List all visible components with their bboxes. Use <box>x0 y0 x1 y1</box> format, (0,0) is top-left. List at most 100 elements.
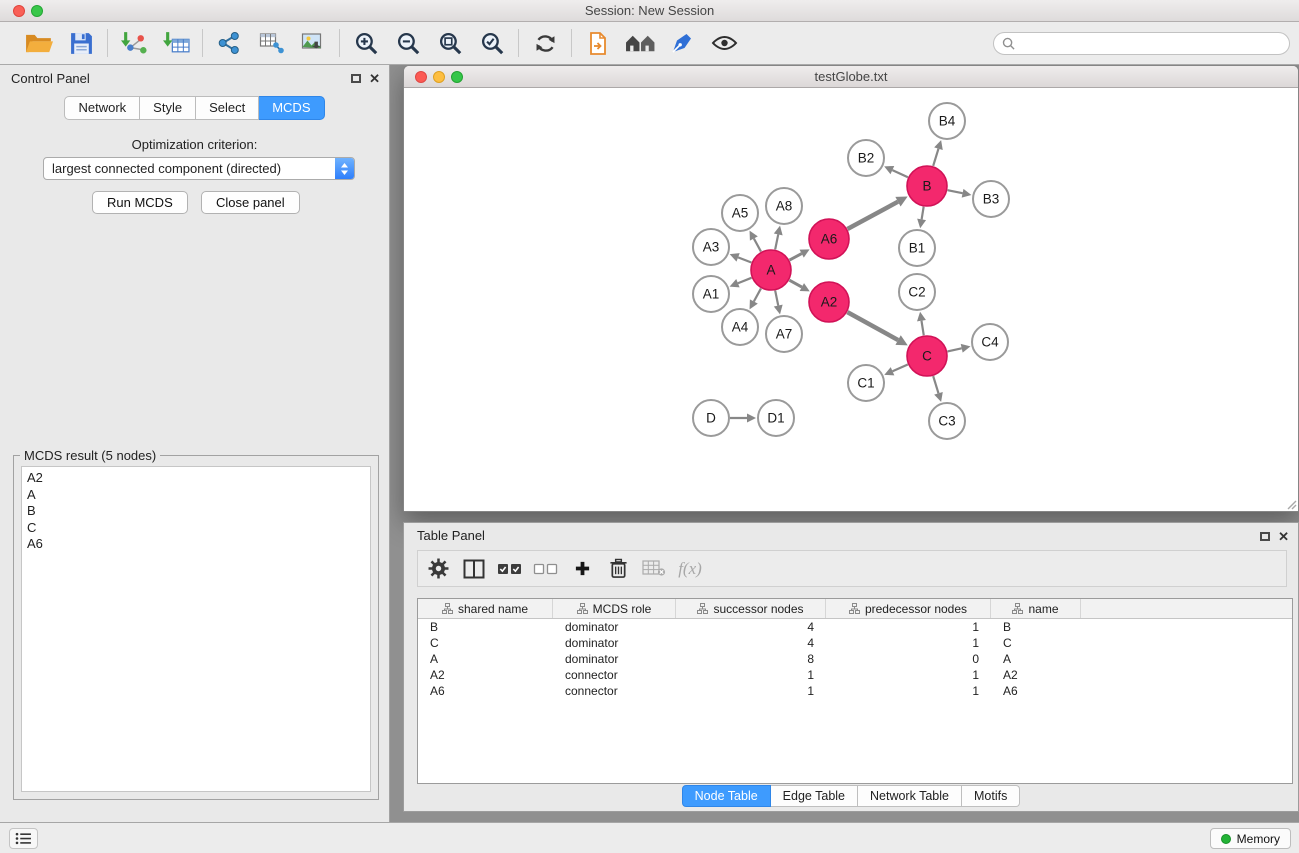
node-A1[interactable]: A1 <box>693 276 729 312</box>
edge-A-A7[interactable] <box>774 291 783 315</box>
tab-motifs[interactable]: Motifs <box>962 785 1020 807</box>
import-public-database-button[interactable] <box>577 25 619 61</box>
minimize-window-button[interactable] <box>433 71 445 83</box>
node-C3[interactable]: C3 <box>929 403 965 439</box>
edge-A-A8[interactable] <box>774 226 783 250</box>
import-table-file-button[interactable] <box>155 25 197 61</box>
node-B2[interactable]: B2 <box>848 140 884 176</box>
node-B1[interactable]: B1 <box>899 230 935 266</box>
result-item[interactable]: A6 <box>22 536 370 553</box>
tab-mcds[interactable]: MCDS <box>259 96 324 120</box>
node-C2[interactable]: C2 <box>899 274 935 310</box>
column-header-successor-nodes[interactable]: successor nodes <box>676 599 826 618</box>
tab-network[interactable]: Network <box>64 96 140 120</box>
run-mcds-button[interactable]: Run MCDS <box>92 191 188 214</box>
show-columns-button[interactable] <box>456 553 492 584</box>
task-history-button[interactable] <box>9 828 38 849</box>
edge-A-A4[interactable] <box>750 288 761 309</box>
resize-grip-icon[interactable] <box>1284 497 1297 510</box>
node-A[interactable]: A <box>751 250 791 290</box>
zoom-window-button[interactable] <box>31 5 43 17</box>
node-C1[interactable]: C1 <box>848 365 884 401</box>
node-B3[interactable]: B3 <box>973 181 1009 217</box>
table-row[interactable]: A6connector11A6 <box>418 683 1292 699</box>
edge-A-A2[interactable] <box>789 280 809 291</box>
result-item[interactable]: B <box>22 503 370 520</box>
edge-A6-B[interactable] <box>847 196 907 229</box>
home-button[interactable] <box>619 25 661 61</box>
edge-C-C1[interactable] <box>884 364 908 375</box>
memory-button[interactable]: Memory <box>1210 828 1291 849</box>
edge-A-A1[interactable] <box>730 278 752 288</box>
edge-C-C4[interactable] <box>947 344 970 353</box>
show-hide-button[interactable] <box>703 25 745 61</box>
node-A6[interactable]: A6 <box>809 219 849 259</box>
node-C[interactable]: C <box>907 336 947 376</box>
result-item[interactable]: C <box>22 520 370 537</box>
close-panel-button[interactable]: Close panel <box>201 191 300 214</box>
result-item[interactable]: A2 <box>22 470 370 487</box>
column-header-MCDS-role[interactable]: MCDS role <box>553 599 676 618</box>
network-canvas[interactable]: B4B2BB3A8A5A6A3B1AC2A1A2A4A7C4CC1DD1C3 <box>404 88 1298 511</box>
node-D[interactable]: D <box>693 400 729 436</box>
edge-A2-C[interactable] <box>847 312 907 345</box>
node-A7[interactable]: A7 <box>766 316 802 352</box>
edge-B-B1[interactable] <box>917 207 926 229</box>
zoom-out-button[interactable] <box>387 25 429 61</box>
table-row[interactable]: Bdominator41B <box>418 619 1292 635</box>
edge-A-A6[interactable] <box>790 249 810 260</box>
network-window-titlebar[interactable]: testGlobe.txt <box>404 66 1298 88</box>
zoom-fit-button[interactable] <box>429 25 471 61</box>
tab-style[interactable]: Style <box>140 96 196 120</box>
node-A2[interactable]: A2 <box>809 282 849 322</box>
zoom-selected-button[interactable] <box>471 25 513 61</box>
float-window-icon[interactable] <box>351 74 361 83</box>
edge-B-B2[interactable] <box>884 166 908 177</box>
apply-layout-button[interactable] <box>524 25 566 61</box>
node-A4[interactable]: A4 <box>722 309 758 345</box>
tab-select[interactable]: Select <box>196 96 259 120</box>
annotation-button[interactable] <box>661 25 703 61</box>
edge-B-B4[interactable] <box>933 140 943 166</box>
deselect-all-button[interactable] <box>528 553 564 584</box>
function-builder-button[interactable]: f(x) <box>672 553 708 584</box>
close-window-button[interactable] <box>415 71 427 83</box>
node-D1[interactable]: D1 <box>758 400 794 436</box>
tab-network-table[interactable]: Network Table <box>858 785 962 807</box>
zoom-window-button[interactable] <box>451 71 463 83</box>
float-window-icon[interactable] <box>1260 532 1270 541</box>
zoom-in-button[interactable] <box>345 25 387 61</box>
new-network-table-button[interactable] <box>250 25 292 61</box>
search-input[interactable] <box>1020 36 1281 51</box>
node-A5[interactable]: A5 <box>722 195 758 231</box>
table-row[interactable]: Cdominator41C <box>418 635 1292 651</box>
edge-C-C3[interactable] <box>933 376 943 402</box>
edge-D-D1[interactable] <box>730 414 756 423</box>
save-session-button[interactable] <box>60 25 102 61</box>
close-icon[interactable]: ✕ <box>1278 530 1289 543</box>
criterion-select[interactable]: largest connected component (directed) <box>43 157 355 180</box>
column-header-name[interactable]: name <box>991 599 1081 618</box>
close-icon[interactable]: ✕ <box>369 72 380 85</box>
edge-A-A3[interactable] <box>730 253 752 262</box>
edge-A-A5[interactable] <box>750 231 761 252</box>
node-B4[interactable]: B4 <box>929 103 965 139</box>
edge-C-C2[interactable] <box>917 312 926 335</box>
close-window-button[interactable] <box>13 5 25 17</box>
table-row[interactable]: Adominator80A <box>418 651 1292 667</box>
tab-edge-table[interactable]: Edge Table <box>771 785 858 807</box>
node-A8[interactable]: A8 <box>766 188 802 224</box>
select-all-button[interactable] <box>492 553 528 584</box>
result-item[interactable]: A <box>22 487 370 504</box>
delete-table-button[interactable] <box>636 553 672 584</box>
column-header-shared-name[interactable]: shared name <box>418 599 553 618</box>
tab-node-table[interactable]: Node Table <box>682 785 771 807</box>
open-file-button[interactable] <box>18 25 60 61</box>
new-network-button[interactable] <box>208 25 250 61</box>
table-settings-button[interactable] <box>420 553 456 584</box>
node-A3[interactable]: A3 <box>693 229 729 265</box>
node-C4[interactable]: C4 <box>972 324 1008 360</box>
import-network-file-button[interactable] <box>113 25 155 61</box>
delete-column-button[interactable] <box>600 553 636 584</box>
edge-B-B3[interactable] <box>948 189 972 198</box>
